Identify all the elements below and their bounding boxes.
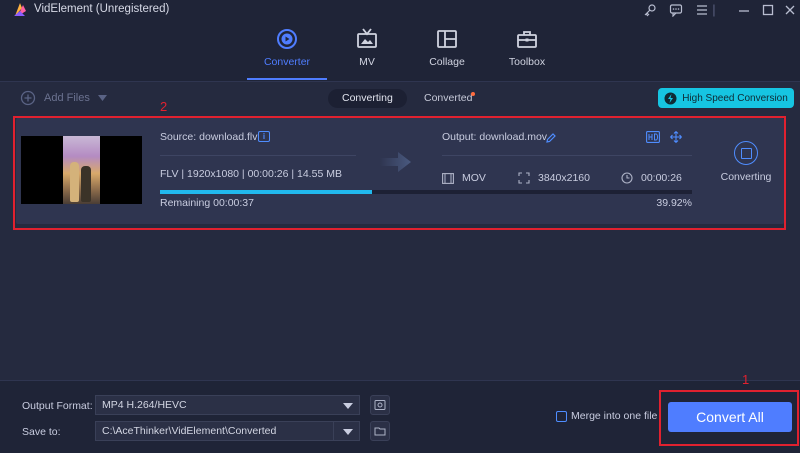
title-separator: | [712,2,716,17]
close-icon[interactable] [780,1,800,19]
lightning-icon [664,92,677,104]
tab-toolbox[interactable]: Toolbox [487,28,567,78]
app-logo-icon [12,2,28,18]
merge-label: Merge into one file [571,410,658,422]
maximize-icon[interactable] [758,1,778,19]
tab-collage-label: Collage [429,56,465,68]
tab-collage[interactable]: Collage [407,28,487,78]
toolbox-icon [517,31,537,48]
select-divider [333,422,334,440]
annotation-box-2 [13,116,786,230]
folder-icon [374,427,386,436]
tab-converter[interactable]: Converter [247,28,327,78]
menu-icon[interactable] [692,1,712,19]
tab-mv[interactable]: MV [327,28,407,78]
open-folder-button[interactable] [370,421,390,441]
key-icon[interactable] [640,1,660,19]
converter-icon [277,29,297,49]
tab-mv-label: MV [359,56,375,68]
annotation-label-1: 1 [742,372,750,387]
gear-icon [374,400,386,410]
format-settings-button[interactable] [370,395,390,415]
window-title: VidElement (Unregistered) [34,3,170,15]
save-to-label: Save to: [22,426,61,438]
chevron-down-icon[interactable] [97,95,107,101]
segment-converted[interactable]: Converted [410,89,486,108]
mv-icon [357,28,377,48]
chevron-down-icon [343,429,353,435]
active-tab-indicator [247,78,327,80]
chevron-down-icon [343,403,353,409]
output-format-label: Output Format: [22,400,93,412]
high-speed-label: High Speed Conversion [682,92,788,104]
output-format-select[interactable]: MP4 H.264/HEVC [95,395,360,415]
tab-toolbox-label: Toolbox [508,56,546,68]
collage-icon [437,30,457,48]
minimize-icon[interactable] [734,1,754,19]
annotation-box-1 [659,390,799,446]
add-files-label: Add Files [44,92,90,104]
feedback-icon[interactable] [666,1,686,19]
output-format-value: MP4 H.264/HEVC [102,399,187,411]
segment-converting[interactable]: Converting [328,89,407,108]
add-circle-icon [20,90,36,106]
tab-converter-label: Converter [263,56,311,68]
save-to-select[interactable]: C:\AceThinker\VidElement\Converted [95,421,360,441]
high-speed-conversion-button[interactable]: High Speed Conversion [658,88,794,108]
add-files-button[interactable]: Add Files [20,89,107,107]
new-badge-dot [471,92,475,96]
save-to-path: C:\AceThinker\VidElement\Converted [102,425,277,437]
merge-checkbox[interactable] [556,411,567,422]
annotation-label-2: 2 [160,99,168,114]
